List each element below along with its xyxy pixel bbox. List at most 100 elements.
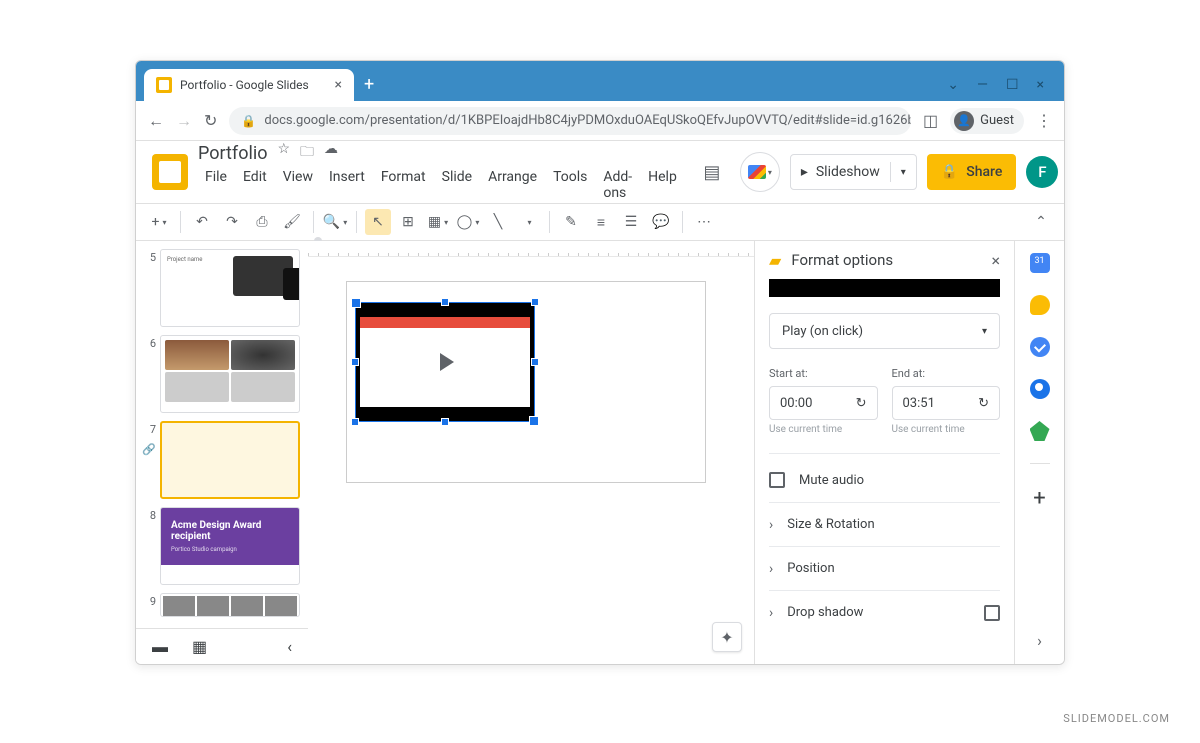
tab-close-icon[interactable]: ×: [335, 77, 342, 93]
more-icon[interactable]: ⋯: [691, 209, 717, 235]
add-addon-icon[interactable]: +: [1033, 486, 1045, 511]
section-size[interactable]: › Size & Rotation: [769, 502, 1000, 546]
browser-tab[interactable]: Portfolio - Google Slides ×: [144, 69, 354, 101]
calendar-icon[interactable]: [1030, 253, 1050, 273]
comments-icon[interactable]: ▤: [694, 154, 730, 190]
paint-format-icon[interactable]: 🖌: [279, 209, 305, 235]
end-hint[interactable]: Use current time: [892, 424, 1001, 435]
section-position[interactable]: › Position: [769, 546, 1000, 590]
pen-icon[interactable]: ✎: [558, 209, 584, 235]
video-preview: [769, 279, 1000, 297]
meet-button[interactable]: ▾: [740, 152, 780, 192]
menu-help[interactable]: Help: [641, 167, 684, 203]
minimize-icon[interactable]: —: [977, 77, 988, 93]
menu-edit[interactable]: Edit: [236, 167, 274, 203]
profile-chip[interactable]: 👤 Guest: [950, 108, 1024, 134]
ruler: [308, 241, 754, 257]
menu-file[interactable]: File: [198, 167, 234, 203]
canvas[interactable]: ✦: [308, 241, 754, 664]
zoom-icon[interactable]: 🔍: [322, 209, 348, 235]
list-icon[interactable]: ☰: [618, 209, 644, 235]
play-mode-select[interactable]: Play (on click) ▾: [769, 313, 1000, 349]
window-controls: ⌄ — ☐ ×: [935, 77, 1056, 101]
maps-icon[interactable]: [1030, 421, 1050, 441]
start-hint[interactable]: Use current time: [769, 424, 878, 435]
slideshow-button[interactable]: ▸ Slideshow ▾: [790, 154, 917, 190]
menu-slide[interactable]: Slide: [435, 167, 479, 203]
user-avatar[interactable]: F: [1026, 156, 1058, 188]
slide-thumb-7[interactable]: 7 🔗: [140, 421, 304, 499]
menu-tools[interactable]: Tools: [546, 167, 594, 203]
line-icon-2[interactable]: [515, 209, 541, 235]
slide-thumb-6[interactable]: 6: [140, 335, 304, 413]
explore-button[interactable]: ✦: [712, 622, 742, 652]
url-input[interactable]: 🔒 docs.google.com/presentation/d/1KBPEIo…: [229, 107, 911, 135]
print-icon[interactable]: ⎙: [249, 209, 275, 235]
reload-icon[interactable]: ↻: [204, 111, 217, 130]
shadow-checkbox[interactable]: [984, 605, 1000, 621]
new-tab-button[interactable]: +: [354, 74, 384, 101]
filmstrip-footer: ▬ ▦ ‹: [136, 628, 308, 664]
kebab-icon[interactable]: ⋮: [1036, 111, 1052, 130]
menu-addons[interactable]: Add-ons: [596, 167, 639, 203]
section-shadow[interactable]: › Drop shadow: [769, 590, 1000, 634]
menu-format[interactable]: Format: [374, 167, 433, 203]
contacts-icon[interactable]: [1030, 379, 1050, 399]
app-header: Portfolio ☆ 🗀 ☁ File Edit View Insert Fo…: [136, 141, 1064, 203]
cursor-icon[interactable]: ↖: [365, 209, 391, 235]
line-icon[interactable]: ╲: [485, 209, 511, 235]
browser-titlebar: Portfolio - Google Slides × + ⌄ — ☐ ×: [136, 61, 1064, 101]
watermark: SLIDEMODEL.COM: [1063, 712, 1170, 725]
play-icon[interactable]: [423, 340, 467, 384]
filmstrip[interactable]: 5 Project name 6 7 🔗 8 Acme Design Award…: [136, 241, 308, 664]
expand-rail-icon[interactable]: ›: [1037, 631, 1042, 650]
start-time-input[interactable]: 00:00 ↻: [769, 386, 878, 420]
slide-thumb-9[interactable]: 9: [140, 593, 304, 617]
redo-icon[interactable]: ↷: [219, 209, 245, 235]
tasks-icon[interactable]: [1030, 337, 1050, 357]
new-slide-button[interactable]: +: [146, 209, 172, 235]
link-icon: 🔗: [142, 443, 156, 456]
refresh-icon[interactable]: ↻: [978, 396, 989, 411]
slides-logo-icon[interactable]: [152, 154, 188, 190]
reader-icon[interactable]: ◫: [923, 111, 938, 130]
menu-view[interactable]: View: [276, 167, 320, 203]
side-rail: + ›: [1014, 241, 1064, 664]
align-icon[interactable]: ≡: [588, 209, 614, 235]
collapse-panel-icon[interactable]: ‹: [287, 637, 292, 656]
filmstrip-view-icon[interactable]: ▬: [152, 637, 168, 657]
textbox-icon[interactable]: ⊞: [395, 209, 421, 235]
slide[interactable]: [346, 281, 706, 483]
move-icon[interactable]: 🗀: [300, 141, 314, 165]
collapse-icon[interactable]: ⌃: [1028, 209, 1054, 235]
mute-audio-row[interactable]: Mute audio: [769, 472, 1000, 502]
slide-thumb-8[interactable]: 8 Acme Design Award recipientPortico Stu…: [140, 507, 304, 585]
back-icon[interactable]: ←: [148, 111, 164, 131]
comment-icon[interactable]: 💬: [648, 209, 674, 235]
menu-arrange[interactable]: Arrange: [481, 167, 544, 203]
close-icon[interactable]: ×: [1037, 77, 1044, 93]
undo-icon[interactable]: ↶: [189, 209, 215, 235]
grid-view-icon[interactable]: ▦: [192, 637, 207, 656]
doc-title[interactable]: Portfolio: [198, 143, 267, 164]
forward-icon[interactable]: →: [176, 111, 192, 131]
chevron-right-icon: ›: [769, 561, 773, 577]
lock-icon: 🔒: [941, 164, 958, 180]
keep-icon[interactable]: [1030, 295, 1050, 315]
cloud-icon[interactable]: ☁: [324, 141, 338, 165]
star-icon[interactable]: ☆: [277, 141, 290, 165]
panel-close-icon[interactable]: ×: [991, 251, 1000, 270]
maximize-icon[interactable]: ☐: [1006, 77, 1019, 93]
mute-checkbox[interactable]: [769, 472, 785, 488]
menu-insert[interactable]: Insert: [322, 167, 372, 203]
share-button[interactable]: 🔒 Share: [927, 154, 1017, 190]
slide-thumb-5[interactable]: 5 Project name: [140, 249, 304, 327]
chevron-right-icon: ›: [769, 605, 773, 621]
video-object[interactable]: [355, 302, 535, 422]
end-time-input[interactable]: 03:51 ↻: [892, 386, 1001, 420]
refresh-icon[interactable]: ↻: [856, 396, 867, 411]
shape-icon[interactable]: ◯: [455, 209, 481, 235]
image-icon[interactable]: ▦: [425, 209, 451, 235]
chevron-down-icon[interactable]: ▾: [901, 167, 906, 178]
chevron-down-icon[interactable]: ⌄: [947, 77, 959, 93]
